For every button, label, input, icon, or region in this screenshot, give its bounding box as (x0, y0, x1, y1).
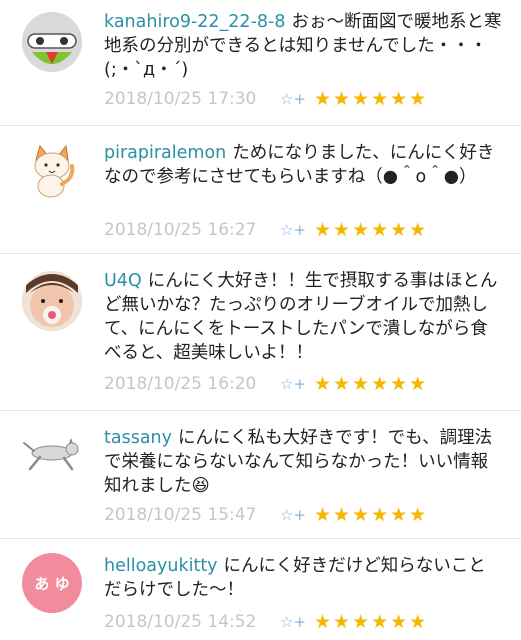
avatar-initials: あ ゆ (34, 574, 70, 593)
comment-body: pirapiralemon ためになりました、にんにく好きなので参考にさせてもらい… (104, 141, 503, 189)
baby-photo-icon (22, 271, 82, 331)
robot-face-icon (22, 12, 82, 72)
favorite-star-icon[interactable]: ☆+ (280, 221, 314, 239)
comment-username[interactable]: pirapiralemon (104, 143, 226, 163)
comment-timestamp: 2018/10/25 15:47 (104, 505, 257, 525)
comment-timestamp: 2018/10/25 16:27 (104, 220, 257, 240)
comment-body: U4Q にんにく大好き！！生で摂取する事はほとんど無いかな？たっぷりのオリーブオイ… (104, 269, 503, 365)
comment-username[interactable]: helloayukitty (104, 556, 218, 576)
avatar[interactable]: あ ゆ (22, 553, 82, 613)
comment-body: kanahiro9-22_22-8-8 おぉ〜断面図で暖地系と寒地系の分別ができる… (104, 10, 503, 82)
comment-meta: 2018/10/25 14:52 ☆+ ★★★★★★ (104, 610, 428, 634)
comment-body: helloayukitty にんにく好きだけど知らないことだらけでした〜！ (104, 554, 503, 602)
comment-username[interactable]: kanahiro9-22_22-8-8 (104, 12, 285, 32)
cat-illustration-icon (34, 144, 75, 198)
comment-timestamp: 2018/10/25 16:20 (104, 374, 257, 394)
avatar[interactable] (22, 271, 82, 331)
comment-username[interactable]: U4Q (104, 271, 142, 291)
rating-stars: ★★★★★★ (314, 373, 429, 395)
comment-item: tassany にんにく私も大好きです！でも、調理法で栄養にならないなんて知らなか… (0, 411, 521, 539)
comment-meta: 2018/10/25 16:20 ☆+ ★★★★★★ (104, 372, 428, 396)
comment-item: U4Q にんにく大好き！！生で摂取する事はほとんど無いかな？たっぷりのオリーブオイ… (0, 254, 521, 411)
running-cat-icon (23, 438, 79, 471)
avatar[interactable] (22, 425, 82, 485)
rating-stars: ★★★★★★ (314, 504, 429, 526)
rating-stars: ★★★★★★ (314, 88, 429, 110)
comment-item: pirapiralemon ためになりました、にんにく好きなので参考にさせてもらい… (0, 126, 521, 254)
comment-timestamp: 2018/10/25 14:52 (104, 612, 257, 632)
comment-item: kanahiro9-22_22-8-8 おぉ〜断面図で暖地系と寒地系の分別ができる… (0, 0, 521, 126)
rating-stars: ★★★★★★ (314, 611, 429, 633)
favorite-star-icon[interactable]: ☆+ (280, 506, 314, 524)
avatar[interactable] (22, 12, 82, 72)
rating-stars: ★★★★★★ (314, 219, 429, 241)
comment-meta: 2018/10/25 16:27 ☆+ ★★★★★★ (104, 218, 428, 242)
comment-text: にんにく大好き！！生で摂取する事はほとんど無いかな？たっぷりのオリーブオイルで加… (104, 271, 498, 363)
favorite-star-icon[interactable]: ☆+ (280, 375, 314, 393)
favorite-star-icon[interactable]: ☆+ (280, 90, 314, 108)
comment-meta: 2018/10/25 17:30 ☆+ ★★★★★★ (104, 87, 428, 111)
comment-meta: 2018/10/25 15:47 ☆+ ★★★★★★ (104, 503, 428, 527)
comment-timestamp: 2018/10/25 17:30 (104, 89, 257, 109)
favorite-star-icon[interactable]: ☆+ (280, 613, 314, 631)
comment-item: あ ゆ helloayukitty にんにく好きだけど知らないことだらけでした〜！… (0, 539, 521, 640)
comment-body: tassany にんにく私も大好きです！でも、調理法で栄養にならないなんて知らなか… (104, 426, 503, 498)
comment-username[interactable]: tassany (104, 428, 172, 448)
avatar[interactable] (22, 140, 82, 200)
